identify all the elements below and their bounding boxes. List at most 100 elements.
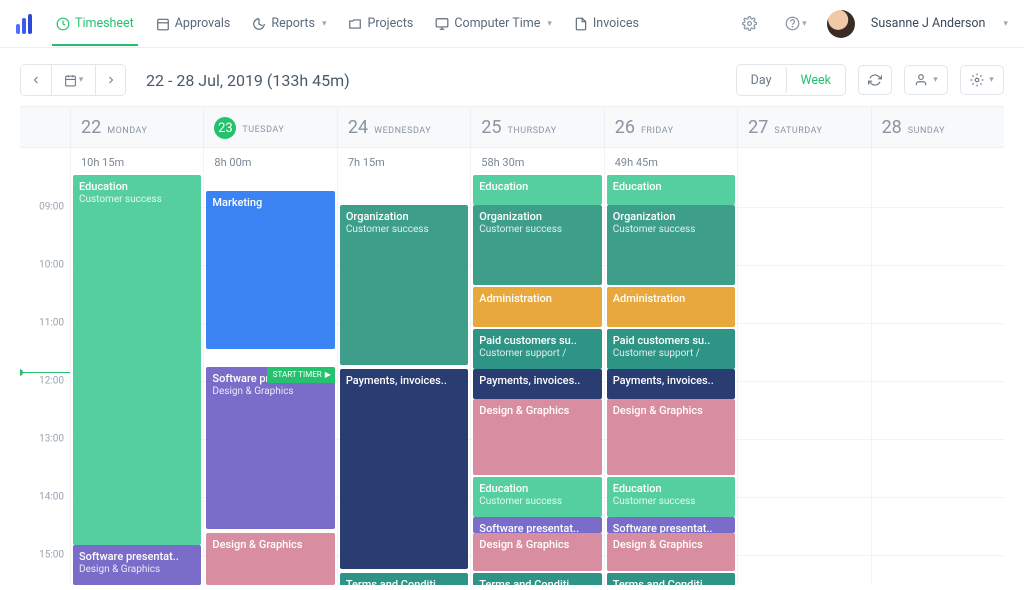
settings-icon[interactable] — [735, 9, 765, 39]
view-day-button[interactable]: Day — [737, 65, 787, 95]
event-title: Paid customers su.. — [479, 334, 595, 348]
day-column[interactable]: OrganizationCustomer successPayments, in… — [337, 175, 470, 585]
event-block[interactable]: Design & Graphics — [473, 533, 601, 571]
event-title: Design & Graphics — [613, 538, 729, 552]
day-header[interactable]: 26FRIDAY — [604, 107, 737, 147]
event-block[interactable]: EducationCustomer success — [607, 477, 735, 517]
event-block[interactable]: Payments, invoices.. — [607, 369, 735, 399]
event-block[interactable]: Marketing — [206, 191, 334, 349]
event-title: Software presentat.. — [479, 522, 595, 533]
event-title: Education — [613, 482, 729, 496]
hour-label: 14:00 — [39, 491, 64, 502]
top-navbar: Timesheet Approvals Reports▾ Projects Comput… — [0, 0, 1024, 48]
event-title: Design & Graphics — [479, 404, 595, 418]
next-button[interactable] — [95, 65, 125, 95]
calendar-picker-button[interactable]: ▾ — [51, 65, 95, 95]
refresh-button[interactable] — [858, 65, 892, 95]
event-block[interactable]: Terms and Conditi.. — [340, 573, 468, 585]
event-block[interactable]: Design & Graphics — [473, 399, 601, 475]
chevron-down-icon: ▾ — [79, 75, 84, 85]
nav-icon — [56, 17, 70, 31]
prev-button[interactable] — [21, 65, 51, 95]
event-block[interactable]: OrganizationCustomer success — [473, 205, 601, 285]
event-title: Design & Graphics — [613, 404, 729, 418]
nav-reports[interactable]: Reports▾ — [252, 2, 326, 45]
event-block[interactable]: OrganizationCustomer success — [340, 205, 468, 365]
day-duration — [871, 148, 1004, 175]
chevron-down-icon: ▾ — [933, 75, 938, 85]
nav-approvals[interactable]: Approvals — [156, 2, 231, 45]
event-block[interactable]: Payments, invoices.. — [473, 369, 601, 399]
calendar: 22MONDAY23TUESDAY24WEDNESDAY25THURSDAY26… — [0, 106, 1024, 585]
day-duration: 49h 45m — [604, 148, 737, 175]
start-timer-button[interactable]: START TIMER▶ — [267, 367, 335, 383]
view-week-button[interactable]: Week — [787, 65, 846, 95]
day-name: SATURDAY — [774, 126, 822, 136]
event-title: Payments, invoices.. — [613, 374, 729, 388]
play-icon: ▶ — [325, 370, 331, 380]
event-block[interactable]: Education — [473, 175, 601, 205]
day-header[interactable]: 27 SATURDAY — [737, 107, 870, 147]
calendar-grid: 09:0010:0011:0012:0013:0014:0015:00 Educ… — [20, 175, 1004, 585]
day-column[interactable] — [871, 175, 1004, 585]
help-icon[interactable]: ▾ — [781, 9, 811, 39]
event-block[interactable]: Terms and Conditi.. — [607, 573, 735, 585]
day-column[interactable] — [737, 175, 870, 585]
event-block[interactable]: EducationCustomer success — [473, 477, 601, 517]
hour-label: 10:00 — [39, 259, 64, 270]
hour-label: 11:00 — [39, 317, 64, 328]
chevron-down-icon: ▾ — [989, 75, 994, 85]
day-column[interactable]: EducationOrganizationCustomer successAdm… — [604, 175, 737, 585]
event-title: Administration — [479, 292, 595, 306]
event-block[interactable]: Administration — [473, 287, 601, 327]
nav-icon — [156, 17, 170, 31]
event-subtitle: Customer success — [346, 224, 462, 237]
event-block[interactable]: Design & Graphics — [607, 533, 735, 571]
day-header[interactable]: 24WEDNESDAY — [337, 107, 470, 147]
day-header-row: 22MONDAY23TUESDAY24WEDNESDAY25THURSDAY26… — [20, 106, 1004, 148]
day-column[interactable]: Marketing Software presentat..Design & Gr… — [203, 175, 336, 585]
event-title: Education — [479, 180, 595, 194]
event-block[interactable]: Design & Graphics — [607, 399, 735, 475]
nav-computer-time[interactable]: Computer Time▾ — [435, 2, 552, 45]
event-subtitle: Customer support / — [479, 348, 595, 361]
event-block[interactable]: Administration — [607, 287, 735, 327]
day-number: 27 — [748, 117, 768, 138]
event-block[interactable]: OrganizationCustomer success — [607, 205, 735, 285]
day-header[interactable]: 22MONDAY — [70, 107, 203, 147]
hour-label: 09:00 — [39, 201, 64, 212]
current-time-line — [20, 372, 70, 373]
event-block[interactable]: Software presentat..Design & GraphicsSTA… — [206, 367, 334, 529]
nav-timesheet[interactable]: Timesheet — [56, 2, 134, 45]
nav-invoices[interactable]: Invoices — [574, 2, 639, 45]
event-block[interactable]: Design & Graphics — [206, 533, 334, 585]
day-header[interactable]: 23TUESDAY — [203, 107, 336, 147]
event-block[interactable]: Paid customers su..Customer support / — [473, 329, 601, 369]
options-button[interactable]: ▾ — [960, 65, 1004, 95]
nav-icon — [435, 17, 449, 31]
username[interactable]: Susanne J Anderson — [871, 16, 986, 31]
event-block[interactable]: Education — [607, 175, 735, 205]
event-subtitle: Customer success — [613, 496, 729, 509]
day-duration: 10h 15m — [70, 148, 203, 175]
user-filter-button[interactable]: ▾ — [904, 65, 948, 95]
event-block[interactable]: Software presentat.. — [607, 517, 735, 533]
nav-projects[interactable]: Projects — [348, 2, 413, 45]
event-subtitle: Customer success — [79, 194, 195, 207]
event-block[interactable]: Software presentat.. — [473, 517, 601, 533]
nav-icon — [348, 17, 362, 31]
day-duration: 7h 15m — [337, 148, 470, 175]
event-block[interactable]: Paid customers su..Customer support / — [607, 329, 735, 369]
event-title: Paid customers su.. — [613, 334, 729, 348]
event-block[interactable]: Terms and Conditi.. — [473, 573, 601, 585]
day-header[interactable]: 28SUNDAY — [871, 107, 1004, 147]
event-block[interactable]: Software presentat..Design & Graphics — [73, 545, 201, 585]
avatar[interactable] — [827, 10, 855, 38]
day-number: 28 — [882, 117, 902, 138]
day-column[interactable]: EducationCustomer successSoftware presen… — [70, 175, 203, 585]
day-name: THURSDAY — [508, 126, 557, 136]
day-column[interactable]: Education OrganizationCustomer success Adm… — [470, 175, 603, 585]
event-block[interactable]: EducationCustomer success — [73, 175, 201, 545]
event-block[interactable]: Payments, invoices.. — [340, 369, 468, 569]
day-header[interactable]: 25THURSDAY — [470, 107, 603, 147]
